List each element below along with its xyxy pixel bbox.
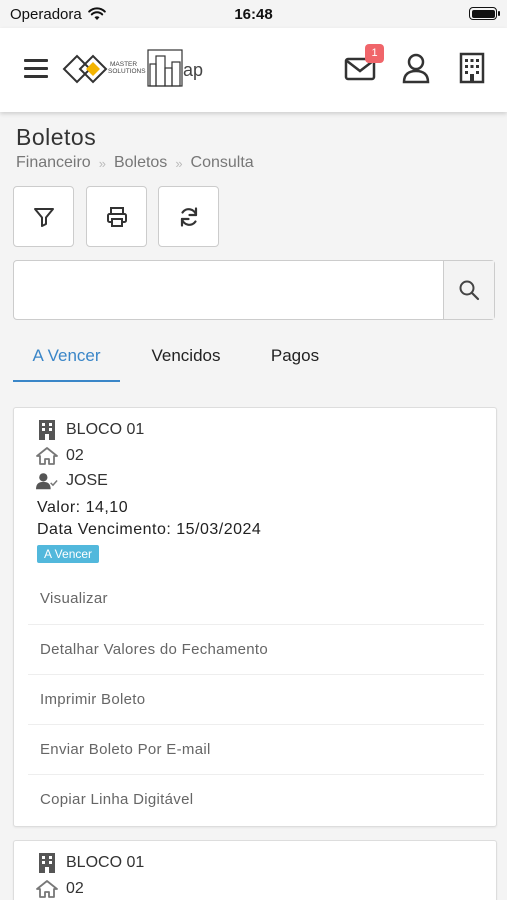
status-badge: A Vencer — [37, 545, 100, 563]
due-date-label: Data Vencimento: — [37, 521, 172, 538]
filter-icon — [33, 207, 54, 227]
value-line: Valor: 14,10 — [37, 499, 128, 517]
logo-text-bottom: SOLUTIONS — [108, 68, 146, 75]
unit-row: 02 — [36, 446, 84, 466]
boleto-card: BLOCO 01 02 JOSE Valor: 14,10 Data Venci… — [13, 407, 497, 827]
printer-icon — [106, 206, 127, 227]
breadcrumb-item-financeiro[interactable]: Financeiro — [16, 154, 91, 172]
action-imprimir-boleto[interactable]: Imprimir Boleto — [28, 674, 484, 724]
mail-badge: 1 — [365, 44, 384, 63]
print-button[interactable] — [86, 186, 147, 247]
action-detalhar-valores[interactable]: Detalhar Valores do Fechamento — [28, 624, 484, 674]
house-icon — [36, 446, 58, 466]
search-icon — [459, 280, 480, 301]
carrier-group: Operadora — [10, 6, 106, 23]
resident-row: JOSE — [36, 471, 108, 491]
breadcrumb: Financeiro » Boletos » Consulta — [16, 154, 254, 172]
refresh-button[interactable] — [158, 186, 219, 247]
unit-row: 02 — [36, 879, 84, 899]
app-logo: MASTER SOLUTIONS ap — [62, 49, 203, 87]
building-icon — [36, 853, 58, 873]
condominium-button[interactable] — [454, 50, 490, 86]
unit-number: 02 — [66, 880, 84, 897]
tab-vencidos[interactable]: Vencidos — [140, 338, 232, 382]
wifi-icon — [87, 7, 106, 20]
search-bar — [13, 260, 495, 320]
filter-button[interactable] — [13, 186, 74, 247]
block-name: BLOCO 01 — [66, 421, 145, 438]
mail-button[interactable]: 1 — [342, 44, 384, 86]
resident-name: JOSE — [66, 472, 108, 489]
block-name: BLOCO 01 — [66, 854, 145, 871]
value-label: Valor: — [37, 499, 81, 516]
status-bar: Operadora 16:48 — [0, 0, 507, 28]
search-input[interactable] — [14, 261, 443, 319]
hamburger-menu-button[interactable] — [24, 59, 48, 79]
page-title: Boletos — [16, 124, 97, 150]
action-enviar-email[interactable]: Enviar Boleto Por E-mail — [28, 724, 484, 774]
search-button[interactable] — [443, 261, 494, 319]
house-icon — [36, 879, 58, 899]
tab-pagos[interactable]: Pagos — [260, 338, 330, 382]
profile-button[interactable] — [398, 50, 434, 86]
unit-number: 02 — [66, 447, 84, 464]
logo-suffix: ap — [183, 60, 203, 80]
user-icon — [402, 53, 430, 84]
breadcrumb-item-boletos[interactable]: Boletos — [114, 154, 167, 172]
action-visualizar[interactable]: Visualizar — [28, 574, 484, 624]
breadcrumb-separator-icon: » — [175, 155, 183, 171]
app-header: MASTER SOLUTIONS ap 1 — [0, 28, 507, 112]
carrier-name: Operadora — [10, 5, 82, 23]
action-copiar-linha[interactable]: Copiar Linha Digitável — [28, 774, 484, 824]
block-row: BLOCO 01 — [36, 853, 144, 873]
battery-icon — [469, 7, 500, 20]
tab-a-vencer[interactable]: A Vencer — [13, 338, 120, 382]
due-date-line: Data Vencimento: 15/03/2024 — [37, 521, 261, 539]
breadcrumb-separator-icon: » — [98, 155, 106, 171]
building-icon — [459, 52, 485, 84]
breadcrumb-item-consulta: Consulta — [190, 154, 254, 171]
building-icon — [36, 420, 58, 440]
block-row: BLOCO 01 — [36, 420, 144, 440]
boleto-card: BLOCO 01 02 — [13, 840, 497, 900]
status-tabs: A Vencer Vencidos Pagos — [13, 338, 495, 384]
user-check-icon — [36, 471, 58, 491]
logo-text-top: MASTER — [110, 61, 137, 68]
due-date-value: 15/03/2024 — [176, 521, 262, 538]
value-amount: 14,10 — [85, 499, 129, 516]
refresh-icon — [180, 206, 197, 227]
